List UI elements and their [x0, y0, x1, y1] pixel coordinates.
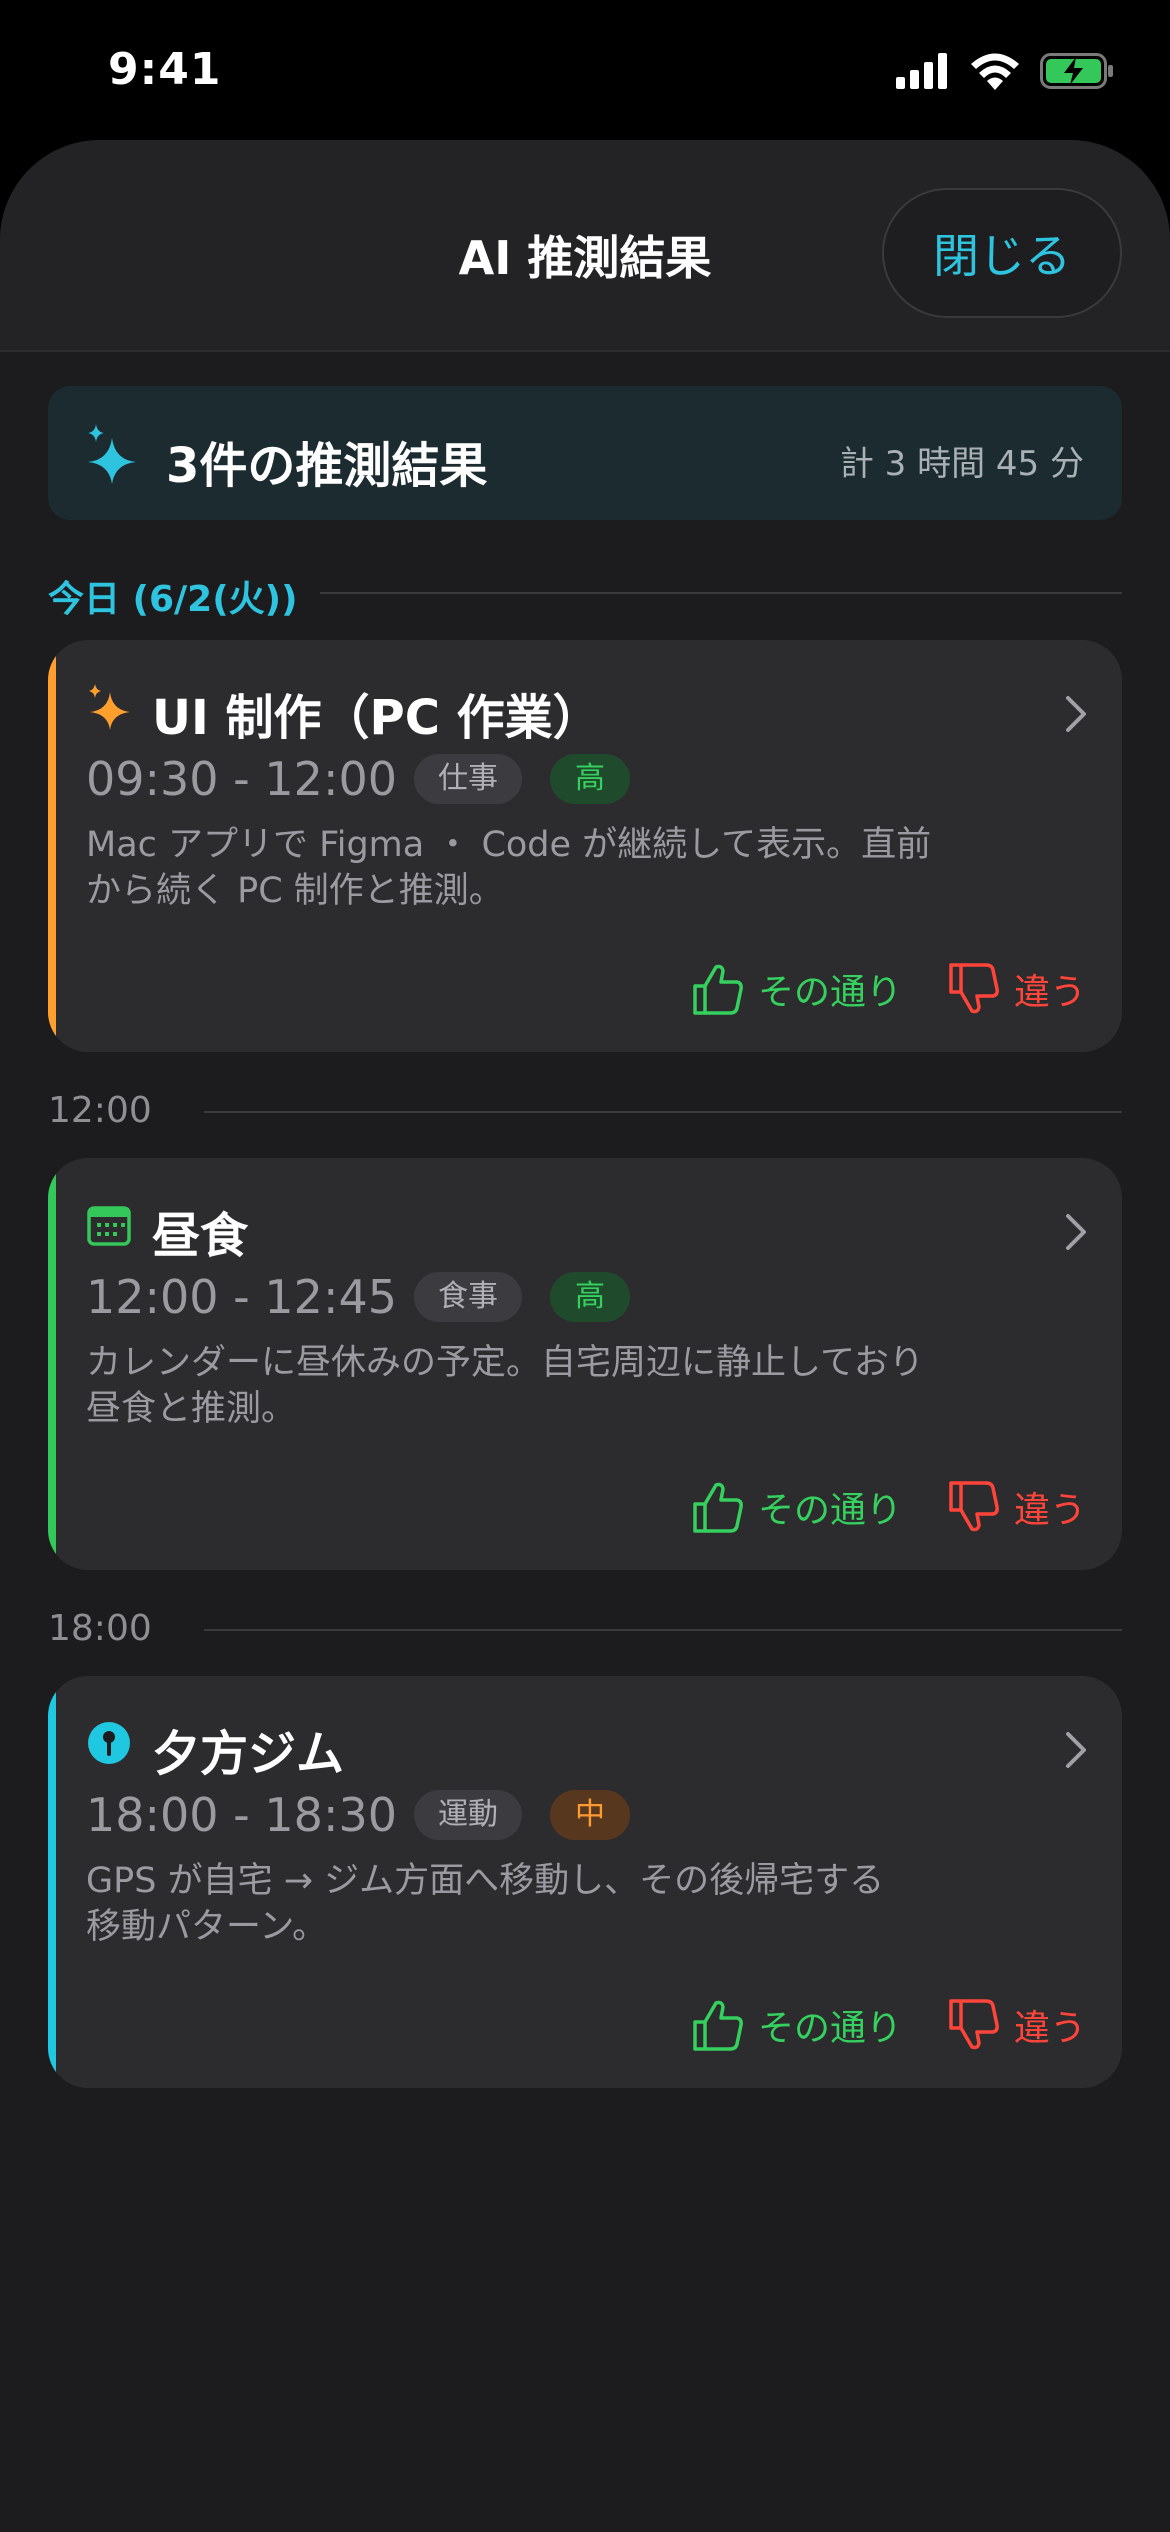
thumbs-down-icon — [949, 1999, 999, 2050]
status-bar: 9:41 — [0, 0, 1170, 140]
thumbs-down-icon — [949, 963, 999, 1014]
confidence-badge: 高 — [550, 1272, 630, 1322]
wifi-icon — [971, 53, 1019, 90]
summary-bar: 3件の推測結果 計 3 時間 45 分 — [48, 386, 1122, 520]
card-accent-bar — [48, 1676, 56, 2088]
reject-label: 違う — [1013, 2008, 1086, 2049]
reject-button[interactable]: 違う — [948, 1480, 1086, 1534]
close-button[interactable]: 閉じる — [882, 188, 1122, 318]
summary-total: 計 3 時間 45 分 — [839, 444, 1084, 484]
confirm-label: その通り — [757, 972, 902, 1013]
prediction-card-ui-work[interactable]: UI 制作（PC 作業） 09:30 - 12:00 仕事 高 Mac アプリで… — [48, 640, 1122, 1052]
battery-charging-icon — [1040, 53, 1113, 89]
confirm-label: その通り — [757, 1490, 902, 1531]
card-title: UI 制作（PC 作業） — [152, 690, 601, 746]
sparkle-icon — [89, 684, 130, 730]
sparkle-icon — [88, 424, 136, 484]
confidence-badge: 高 — [550, 754, 630, 804]
card-description-line: 昼食と推測。 — [86, 1389, 297, 1429]
section-label-time: 18:00 — [48, 1608, 152, 1649]
confirm-button[interactable]: その通り — [692, 1480, 902, 1534]
status-icons — [896, 52, 1114, 90]
thumbs-up-icon — [693, 1482, 743, 1533]
status-time: 9:41 — [108, 44, 222, 95]
card-description: カレンダーに昼休みの予定。自宅周辺に静止しており 昼食と推測。 — [86, 1340, 1066, 1432]
chevron-right-icon[interactable] — [1064, 694, 1088, 734]
category-badge: 食事 — [414, 1272, 522, 1322]
summary-title: 3件の推測結果 — [166, 438, 488, 494]
card-description-line: カレンダーに昼休みの予定。自宅周辺に静止しており — [86, 1343, 924, 1383]
card-description-line: から続く PC 制作と推測。 — [86, 871, 504, 911]
confirm-button[interactable]: その通り — [692, 962, 902, 1016]
prediction-card-gym[interactable]: 夕方ジム 18:00 - 18:30 運動 中 GPS が自宅 → ジム方面へ移… — [48, 1676, 1122, 2088]
reject-label: 違う — [1013, 972, 1086, 1013]
category-badge: 仕事 — [414, 754, 522, 804]
reject-label: 違う — [1013, 1490, 1086, 1531]
category-badge: 運動 — [414, 1790, 522, 1840]
cellular-signal-icon — [896, 53, 947, 89]
thumbs-down-icon — [949, 1481, 999, 1532]
sheet-header: AI 推測結果 閉じる — [0, 140, 1170, 352]
card-description-line: Mac アプリで Figma ・ Code が継続して表示。直前 — [86, 825, 932, 865]
card-time-range: 09:30 - 12:00 — [86, 752, 397, 806]
chevron-right-icon[interactable] — [1064, 1212, 1088, 1252]
location-pin-icon — [88, 1722, 130, 1764]
confirm-label: その通り — [757, 2008, 902, 2049]
reject-button[interactable]: 違う — [948, 1998, 1086, 2052]
prediction-card-lunch[interactable]: 昼食 12:00 - 12:45 食事 高 カレンダーに昼休みの予定。自宅周辺に… — [48, 1158, 1122, 1570]
chevron-right-icon[interactable] — [1064, 1730, 1088, 1770]
section-label-today: 今日 (6/2(火)) — [48, 579, 298, 620]
confirm-button[interactable]: その通り — [692, 1998, 902, 2052]
card-time-range: 18:00 - 18:30 — [86, 1788, 397, 1842]
calendar-icon — [87, 1206, 131, 1246]
thumbs-up-icon — [693, 2000, 743, 2051]
thumbs-up-icon — [693, 964, 743, 1015]
card-description: GPS が自宅 → ジム方面へ移動し、その後帰宅する 移動パターン。 — [86, 1858, 1066, 1950]
card-description-line: 移動パターン。 — [86, 1907, 328, 1947]
card-accent-bar — [48, 640, 56, 1052]
reject-button[interactable]: 違う — [948, 962, 1086, 1016]
card-time-range: 12:00 - 12:45 — [86, 1270, 397, 1324]
card-title: 夕方ジム — [152, 1726, 345, 1782]
card-description: Mac アプリで Figma ・ Code が継続して表示。直前 から続く PC… — [86, 822, 1066, 914]
card-accent-bar — [48, 1158, 56, 1570]
section-divider — [204, 1629, 1122, 1631]
section-divider — [320, 592, 1122, 594]
card-description-line: GPS が自宅 → ジム方面へ移動し、その後帰宅する — [86, 1861, 885, 1901]
results-sheet: AI 推測結果 閉じる 3件の推測結果 計 3 時間 45 分 今日 (6/2(… — [0, 140, 1170, 2532]
section-divider — [204, 1111, 1122, 1113]
confidence-badge: 中 — [550, 1790, 630, 1840]
card-title: 昼食 — [152, 1208, 249, 1264]
section-label-time: 12:00 — [48, 1090, 152, 1131]
